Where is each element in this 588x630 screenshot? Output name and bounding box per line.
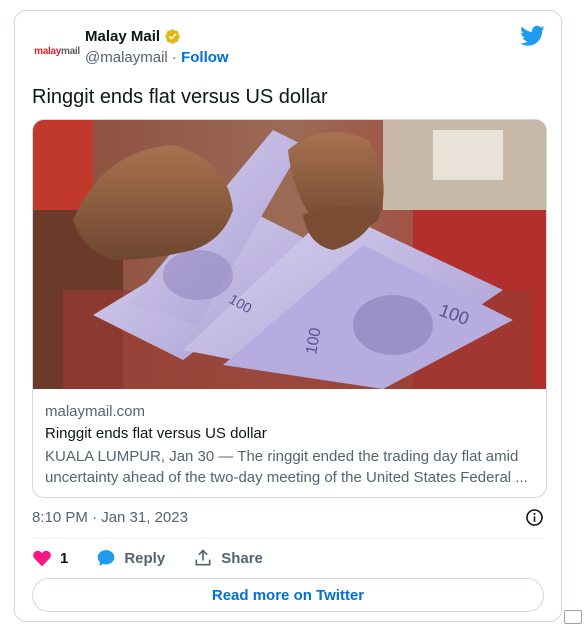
share-button[interactable]: Share [193,548,263,568]
tweet-header: malaymail Malay Mail @malaymail · Follow [15,11,561,75]
separator: · [167,49,182,66]
link-preview-card[interactable]: 100 100 100 malaymail.com Ringgit ends f… [32,119,547,498]
verified-badge-icon [165,29,180,44]
tweet-timestamp[interactable]: 8:10 PM · Jan 31, 2023 [32,509,188,526]
link-description: KUALA LUMPUR, Jan 30 — The ringgit ended… [45,448,528,486]
like-count: 1 [60,549,69,567]
share-icon [195,549,211,566]
action-bar: 1 Reply Share [32,546,291,570]
twitter-bird-icon[interactable] [520,25,545,47]
link-domain: malaymail.com [45,403,146,420]
link-info: malaymail.com Ringgit ends flat versus U… [45,403,534,488]
account-name[interactable]: Malay Mail [85,28,160,45]
tweet-text: Ringgit ends flat versus US dollar [32,86,328,108]
info-icon[interactable] [525,508,544,527]
divider [32,538,544,539]
embedded-tweet-card: malaymail Malay Mail @malaymail · Follow… [14,10,562,622]
watermark-logo-icon [564,610,582,624]
account-handle[interactable]: @malaymail [85,49,168,66]
malaymail-logo: malaymail [34,45,80,57]
share-label: Share [221,549,263,567]
avatar[interactable]: malaymail [33,27,81,75]
follow-button[interactable]: Follow [181,49,229,66]
handle-row: @malaymail · Follow [85,49,229,66]
heart-icon [33,550,51,567]
reply-button[interactable]: Reply [96,548,165,568]
reply-bubble-icon [98,550,115,566]
name-row: Malay Mail [85,28,181,45]
link-title: Ringgit ends flat versus US dollar [45,425,267,442]
watermark [564,610,582,624]
ringgit-banknotes-photo[interactable]: 100 100 100 [33,120,547,389]
like-button[interactable]: 1 [32,548,68,568]
reply-label: Reply [124,549,166,567]
read-more-button[interactable]: Read more on Twitter [32,578,544,612]
